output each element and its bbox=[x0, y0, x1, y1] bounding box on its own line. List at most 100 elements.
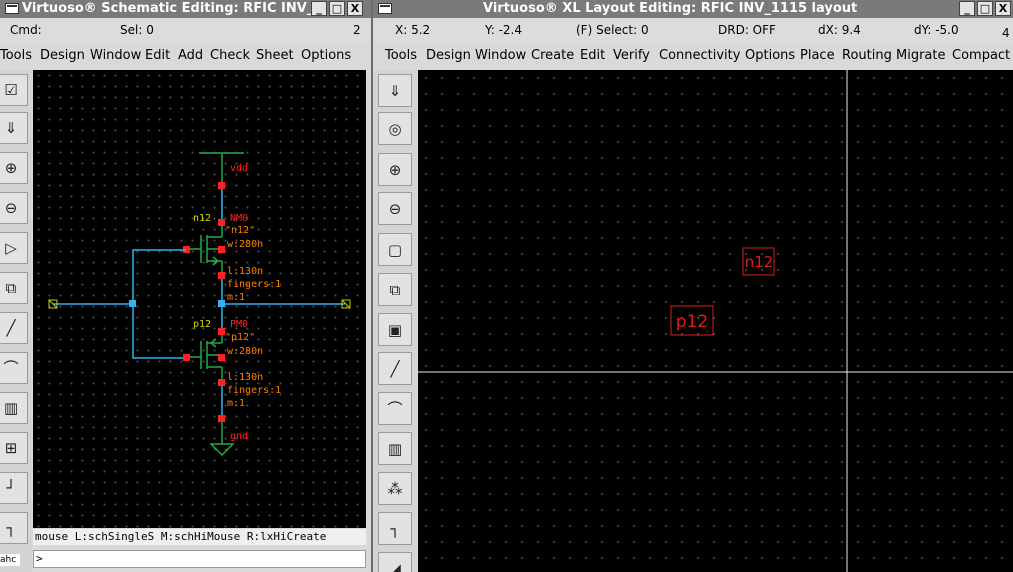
gnd-label: gnd bbox=[230, 431, 248, 442]
vdd-label: vdd bbox=[230, 163, 248, 174]
via-icon[interactable]: ⁂ bbox=[378, 472, 412, 505]
delta-x: dX: 9.4 bbox=[818, 23, 861, 37]
schematic-canvas[interactable]: vdd n12 NM0 "n12" w:280n l:130n fingers:… bbox=[33, 70, 366, 528]
cursor-y: Y: -2.4 bbox=[485, 23, 523, 37]
cmd-label: Cmd: bbox=[10, 23, 42, 37]
pm0-bulk-pin bbox=[218, 354, 225, 361]
layout-toolbar: ⇓ ◎ ⊕ ⊖ ▢ ⧉ ▣ ╱ ⌒ ▥ ⁂ ┐ ◢ bbox=[373, 70, 417, 572]
schematic-status-bar: Cmd: Sel: 0 2 bbox=[0, 18, 371, 42]
pin-icon[interactable]: ┘ bbox=[0, 472, 28, 504]
route-icon[interactable]: ┐ bbox=[378, 512, 412, 545]
copy-icon[interactable]: ⧉ bbox=[0, 272, 28, 304]
selection-count: Sel: 0 bbox=[120, 23, 154, 37]
window-number: 2 bbox=[353, 23, 361, 37]
stretch-icon[interactable]: ▷ bbox=[0, 232, 28, 264]
pmos-length-label: l:130n bbox=[227, 372, 263, 383]
schematic-editor-window: Virtuoso® Schematic Editing: RFIC INV_ _… bbox=[0, 0, 371, 572]
check-icon[interactable]: ☑ bbox=[0, 74, 28, 106]
menu-create[interactable]: Create bbox=[531, 48, 574, 63]
nmos-instance-text: n12 bbox=[745, 253, 774, 271]
minimize-button[interactable]: _ bbox=[311, 1, 327, 16]
nm0-bulk-pin bbox=[218, 246, 225, 253]
nmos-model-label: "n12" bbox=[225, 225, 255, 236]
layout-menubar: Tools Design Window Create Edit Verify C… bbox=[373, 44, 1013, 68]
move-icon[interactable]: ▣ bbox=[378, 313, 412, 346]
schematic-title: Virtuoso® Schematic Editing: RFIC INV_ bbox=[22, 1, 314, 16]
maximize-button[interactable]: □ bbox=[329, 1, 345, 16]
schematic-drawing: vdd n12 NM0 "n12" w:280n l:130n fingers:… bbox=[48, 152, 351, 457]
bus-icon[interactable]: ▥ bbox=[0, 392, 28, 424]
nm0-source-pin bbox=[218, 272, 225, 279]
save-icon[interactable]: ⇓ bbox=[0, 112, 28, 144]
zoom-in-icon[interactable]: ⊕ bbox=[378, 153, 412, 186]
window-number: 4 bbox=[1002, 26, 1010, 40]
nmos-name-label: NM0 bbox=[230, 213, 248, 224]
pmos-instance-label: p12 bbox=[193, 319, 211, 330]
menu-migrate[interactable]: Migrate bbox=[896, 48, 946, 63]
cursor-x: X: 5.2 bbox=[395, 23, 431, 37]
pmos-width-label: w:280n bbox=[227, 346, 263, 357]
menu-window[interactable]: Window bbox=[475, 48, 526, 63]
menu-check[interactable]: Check bbox=[210, 48, 250, 63]
nmos-width-label: w:280n bbox=[227, 239, 263, 250]
select-count: (F) Select: 0 bbox=[576, 23, 649, 37]
mouse-binding-line: mouse L:schSingleS M:schHiMouse R:lxHiCr… bbox=[33, 529, 366, 545]
zoom-out-icon[interactable]: ⊖ bbox=[378, 192, 412, 225]
ruler-icon[interactable]: ▥ bbox=[378, 432, 412, 465]
menu-design[interactable]: Design bbox=[40, 48, 85, 63]
vdd-pin bbox=[218, 182, 225, 189]
instance-icon[interactable]: ⊞ bbox=[0, 432, 28, 464]
zoom-fit-icon[interactable]: ◎ bbox=[378, 112, 412, 145]
pmos-instance-text: p12 bbox=[676, 312, 708, 332]
layout-status-bar: X: 5.2 Y: -2.4 (F) Select: 0 DRD: OFF dX… bbox=[373, 18, 1013, 42]
schematic-toolbar: ☑ ⇓ ⊕ ⊖ ▷ ⧉ ╱ ⌒ ▥ ⊞ ┘ ┐ ahc bbox=[0, 70, 32, 572]
layout-editor-window: Virtuoso® XL Layout Editing: RFIC INV_11… bbox=[373, 0, 1013, 572]
menu-options[interactable]: Options bbox=[745, 48, 795, 63]
menu-routing[interactable]: Routing bbox=[842, 48, 892, 63]
menu-compact[interactable]: Compact bbox=[952, 48, 1010, 63]
menu-design[interactable]: Design bbox=[426, 48, 471, 63]
pmos-name-label: PM0 bbox=[230, 319, 248, 330]
stretch-icon[interactable]: ▢ bbox=[378, 233, 412, 266]
menu-window[interactable]: Window bbox=[90, 48, 141, 63]
gate-wires bbox=[53, 249, 345, 359]
menu-connectivity[interactable]: Connectivity bbox=[659, 48, 740, 63]
window-menu-icon[interactable] bbox=[5, 3, 19, 14]
copy-icon[interactable]: ⧉ bbox=[378, 273, 412, 306]
wire-icon[interactable]: ╱ bbox=[0, 312, 28, 344]
layout-titlebar[interactable]: Virtuoso® XL Layout Editing: RFIC INV_11… bbox=[373, 0, 1013, 18]
pm0-source-pin bbox=[218, 379, 225, 386]
arc-icon[interactable]: ⌒ bbox=[378, 392, 412, 425]
maximize-button[interactable]: □ bbox=[977, 1, 993, 16]
minimize-button[interactable]: _ bbox=[959, 1, 975, 16]
menu-verify[interactable]: Verify bbox=[613, 48, 650, 63]
layout-canvas[interactable]: n12 p12 bbox=[418, 70, 1013, 572]
pm0-drain-pin bbox=[218, 328, 225, 335]
schematic-menubar: Tools Design Window Edit Add Check Sheet… bbox=[0, 44, 371, 68]
menu-tools[interactable]: Tools bbox=[385, 48, 417, 63]
menu-edit[interactable]: Edit bbox=[580, 48, 605, 63]
command-input[interactable]: > bbox=[33, 550, 366, 568]
close-button[interactable]: X bbox=[347, 1, 363, 16]
menu-options[interactable]: Options bbox=[301, 48, 351, 63]
menu-tools[interactable]: Tools bbox=[0, 48, 32, 63]
window-menu-icon[interactable] bbox=[378, 3, 392, 14]
layout-drawing: n12 p12 bbox=[418, 70, 1013, 572]
menu-add[interactable]: Add bbox=[178, 48, 203, 63]
menu-edit[interactable]: Edit bbox=[145, 48, 170, 63]
menu-place[interactable]: Place bbox=[800, 48, 835, 63]
schematic-titlebar[interactable]: Virtuoso® Schematic Editing: RFIC INV_ _… bbox=[0, 0, 371, 18]
nm0-drain-pin bbox=[218, 219, 225, 226]
save-icon[interactable]: ⇓ bbox=[378, 74, 412, 107]
arc-icon[interactable]: ⌒ bbox=[0, 352, 28, 384]
delete-icon[interactable]: ◢ bbox=[378, 552, 412, 572]
zoom-out-icon[interactable]: ⊖ bbox=[0, 192, 28, 224]
zoom-in-icon[interactable]: ⊕ bbox=[0, 152, 28, 184]
path-icon[interactable]: ╱ bbox=[378, 352, 412, 385]
gnd-pin bbox=[218, 415, 225, 422]
route-icon[interactable]: ┐ bbox=[0, 512, 28, 544]
nmos-length-label: l:130n bbox=[227, 266, 263, 277]
close-button[interactable]: X bbox=[995, 1, 1011, 16]
menu-sheet[interactable]: Sheet bbox=[256, 48, 294, 63]
nmos-m-label: m:1 bbox=[227, 292, 245, 303]
